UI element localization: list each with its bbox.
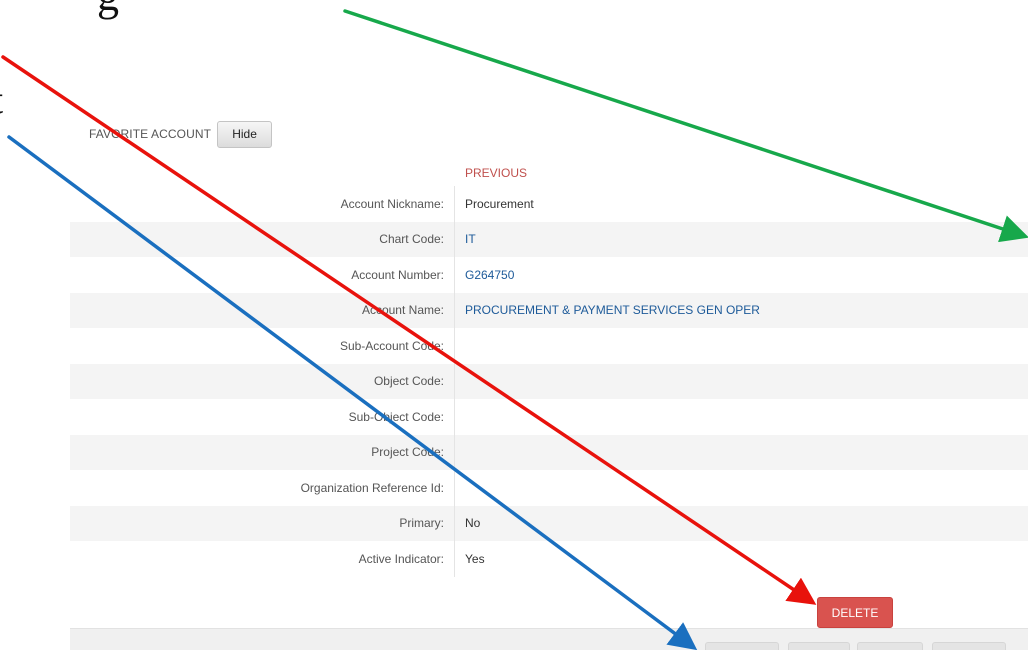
project-code-value <box>455 435 1028 471</box>
field-label: Sub-Object Code: <box>70 399 455 435</box>
table-row: Organization Reference Id: <box>70 470 1028 506</box>
section-title: FAVORITE ACCOUNT <box>89 127 212 141</box>
field-label: Account Name: <box>70 292 455 328</box>
organization-reference-id-value <box>455 470 1028 506</box>
table-row: Sub-Object Code: <box>70 399 1028 435</box>
partial-heading-text: g <box>97 0 119 21</box>
object-code-value <box>455 364 1028 400</box>
table-row: Object Code: <box>70 363 1028 400</box>
sub-account-code-value <box>455 328 1028 364</box>
primary-value: No <box>465 516 481 531</box>
footer-button[interactable] <box>705 642 779 650</box>
chart-code-link[interactable]: IT <box>455 222 1028 258</box>
field-label: Chart Code: <box>70 221 455 257</box>
field-label: Account Number: <box>70 257 455 293</box>
hide-button[interactable]: Hide <box>217 120 273 148</box>
table-row: Account Name: PROCUREMENT & PAYMENT SERV… <box>70 292 1028 329</box>
table-row: Project Code: <box>70 434 1028 471</box>
footer-button[interactable] <box>788 642 850 650</box>
account-nickname-value: Procurement <box>465 196 534 211</box>
table-row: Chart Code: IT <box>70 221 1028 258</box>
field-label: Sub-Account Code: <box>70 328 455 364</box>
favorite-account-header: FAVORITE ACCOUNT Hide <box>89 119 273 149</box>
field-label: Object Code: <box>70 363 455 399</box>
footer-button[interactable] <box>857 642 923 650</box>
field-label: Project Code: <box>70 434 455 470</box>
field-label: Organization Reference Id: <box>70 470 455 506</box>
account-number-link[interactable]: G264750 <box>455 257 1028 293</box>
field-label: Account Nickname: <box>70 186 455 222</box>
field-label: Active Indicator: <box>70 541 455 577</box>
table-header-row: PREVIOUS <box>70 160 1028 186</box>
table-row: Active Indicator: Yes <box>70 541 1028 577</box>
sub-object-code-value <box>455 399 1028 435</box>
table-row: Sub-Account Code: <box>70 328 1028 364</box>
page: g t FAVORITE ACCOUNT Hide PREVIOUS Accou… <box>0 0 1028 650</box>
delete-action: DELETE <box>817 597 893 628</box>
previous-column-header: PREVIOUS <box>465 166 528 180</box>
favorite-account-table: PREVIOUS Account Nickname: Procurement C… <box>70 160 1028 577</box>
table-row: Primary: No <box>70 505 1028 541</box>
account-name-link[interactable]: PROCUREMENT & PAYMENT SERVICES GEN OPER <box>455 293 1028 329</box>
partial-side-text: t <box>0 76 3 123</box>
table-row: Account Number: G264750 <box>70 257 1028 293</box>
delete-button[interactable]: DELETE <box>817 597 893 628</box>
footer-button[interactable] <box>932 642 1006 650</box>
table-row: Account Nickname: Procurement <box>70 186 1028 222</box>
header-blank-cell <box>70 160 455 186</box>
active-indicator-value: Yes <box>465 551 485 566</box>
field-label: Primary: <box>70 505 455 541</box>
